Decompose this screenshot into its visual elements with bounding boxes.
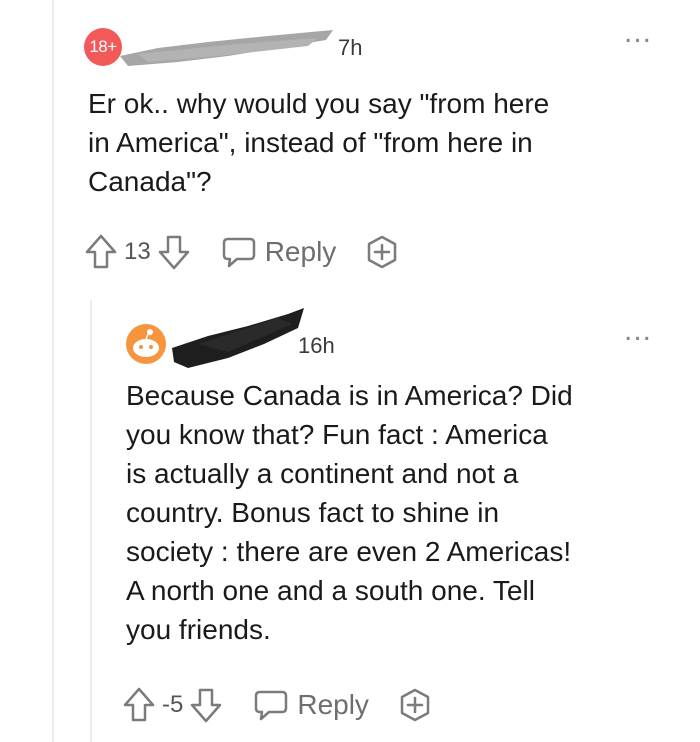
child-more-menu-icon[interactable]: ... <box>624 316 652 346</box>
child-reply-button[interactable]: Reply <box>253 688 369 722</box>
parent-vote-group: 13 <box>84 233 191 271</box>
parent-reply-button[interactable]: Reply <box>221 235 337 269</box>
thread-line-inner <box>90 300 92 742</box>
parent-score: 13 <box>124 238 151 265</box>
redacted-username <box>172 308 304 368</box>
child-award-button[interactable] <box>397 687 433 723</box>
redacted-username <box>120 30 333 66</box>
parent-award-button[interactable] <box>364 234 400 270</box>
parent-more-menu-icon[interactable]: ... <box>624 18 652 48</box>
thread-line-outer <box>52 0 54 742</box>
nsfw-avatar[interactable]: 18+ <box>84 28 122 66</box>
child-comment-age: 16h <box>298 333 335 358</box>
parent-comment-actions: 13 Reply <box>84 233 400 271</box>
speech-bubble-icon <box>222 237 255 268</box>
parent-comment-body: Er ok.. why would you say "from here in … <box>88 88 550 197</box>
child-vote-group: -5 <box>122 686 223 724</box>
reddit-snoo-icon[interactable] <box>124 322 168 366</box>
child-comment-body: Because Canada is in America? Did you kn… <box>126 380 573 645</box>
arrow-down-icon[interactable] <box>157 233 191 271</box>
parent-comment-age: 7h <box>338 35 363 60</box>
child-score: -5 <box>162 691 184 718</box>
arrow-up-icon[interactable] <box>84 233 118 271</box>
speech-bubble-icon <box>255 690 288 721</box>
arrow-up-icon[interactable] <box>122 686 156 724</box>
child-comment-actions: -5 Reply <box>122 686 433 724</box>
plus-icon <box>368 235 397 269</box>
parent-reply-label: Reply <box>264 236 337 267</box>
parent-comment-header: 18+ <box>84 28 122 66</box>
child-reply-label: Reply <box>297 689 369 720</box>
plus-icon <box>400 688 430 722</box>
arrow-down-icon[interactable] <box>189 686 223 724</box>
